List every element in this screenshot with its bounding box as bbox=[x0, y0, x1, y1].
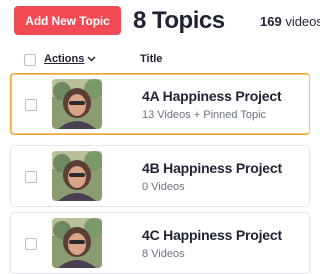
topic-thumbnail bbox=[52, 79, 102, 129]
topic-thumbnail bbox=[52, 218, 102, 268]
title-column-header[interactable]: Title bbox=[140, 53, 162, 65]
chevron-down-icon bbox=[87, 54, 96, 64]
actions-dropdown[interactable]: Actions bbox=[44, 53, 96, 65]
topic-subtitle: 0 Videos bbox=[142, 181, 185, 193]
videos-count-number: 169 bbox=[260, 14, 282, 29]
videos-count: 169 videos bbox=[260, 14, 320, 29]
topic-row[interactable]: 4A Happiness Project 13 Videos + Pinned … bbox=[10, 73, 310, 135]
topic-row[interactable]: 4C Happiness Project 8 Videos bbox=[10, 212, 310, 274]
videos-count-word: videos bbox=[281, 14, 320, 29]
row-checkbox[interactable] bbox=[25, 238, 37, 250]
topic-title[interactable]: 4B Happiness Project bbox=[142, 160, 282, 176]
topic-thumbnail bbox=[52, 151, 102, 201]
select-all-checkbox[interactable] bbox=[24, 54, 36, 66]
topic-subtitle: 13 Videos + Pinned Topic bbox=[142, 109, 267, 121]
topic-row[interactable]: 4B Happiness Project 0 Videos bbox=[10, 145, 310, 207]
actions-label: Actions bbox=[44, 53, 85, 65]
topic-title[interactable]: 4C Happiness Project bbox=[142, 227, 282, 243]
page-header: Add New Topic 8 Topics 169 videos bbox=[0, 0, 320, 44]
row-checkbox[interactable] bbox=[25, 171, 37, 183]
row-checkbox[interactable] bbox=[25, 99, 37, 111]
add-new-topic-button[interactable]: Add New Topic bbox=[14, 6, 121, 35]
topic-title[interactable]: 4A Happiness Project bbox=[142, 88, 282, 104]
topics-count: 8 Topics bbox=[133, 7, 225, 34]
topic-subtitle: 8 Videos bbox=[142, 248, 185, 260]
column-header: Actions Title bbox=[0, 48, 296, 72]
